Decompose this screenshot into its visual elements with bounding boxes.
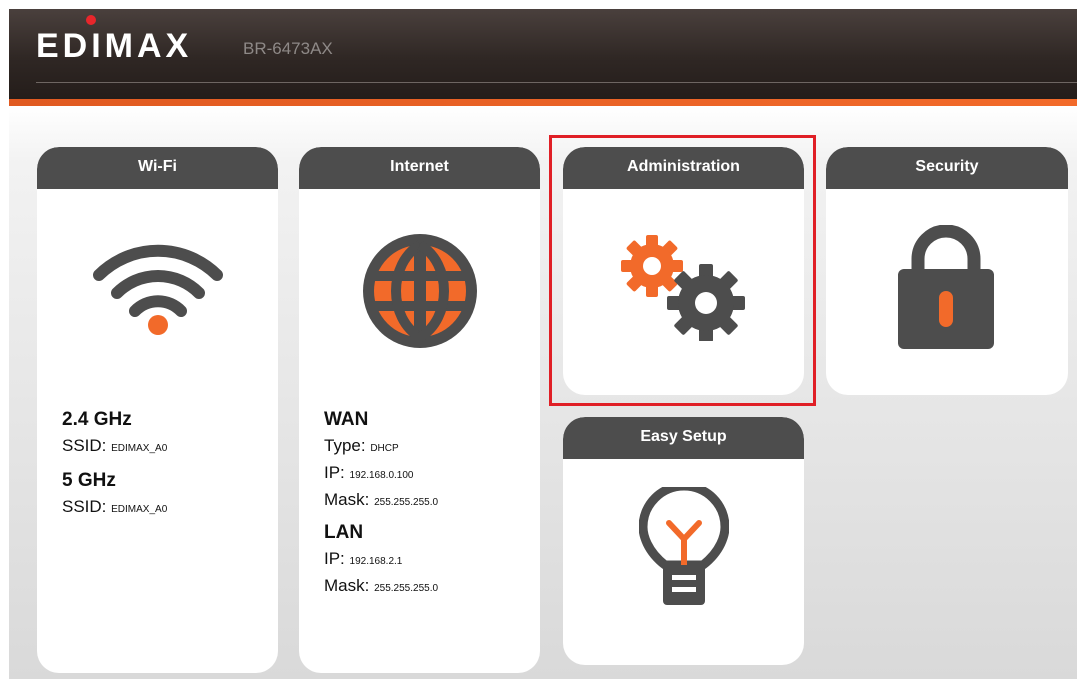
security-card-title: Security [826, 147, 1068, 189]
ip-label: IP: [324, 463, 345, 482]
band-5-label: 5 GHz [62, 470, 116, 491]
type-label: Type: [324, 436, 366, 455]
wan-type: Type: DHCP [324, 436, 438, 456]
mask-label: Mask: [324, 576, 370, 595]
administration-highlight-box [549, 135, 816, 406]
security-card[interactable]: Security [826, 147, 1068, 395]
wan-mask: Mask: 255.255.255.0 [324, 490, 438, 510]
top-header: EDIMAX BR-6473AX [9, 9, 1077, 99]
band-24-label: 2.4 GHz [62, 409, 132, 430]
mask-value: 255.255.255.0 [374, 497, 439, 508]
wifi-card-title: Wi-Fi [37, 147, 278, 189]
band-24-ssid: SSID: EDIMAX_A0 [62, 436, 167, 456]
internet-card[interactable]: Internet WAN Type: DHCP IP: 192.168.0.10… [299, 147, 540, 673]
easy-setup-card[interactable]: Easy Setup [563, 417, 804, 665]
wifi-info: 2.4 GHz SSID: EDIMAX_A0 5 GHz SSID: EDIM… [62, 409, 167, 524]
lan-ip: IP: 192.168.2.1 [324, 549, 438, 569]
lan-label: LAN [324, 522, 364, 543]
wan-ip: IP: 192.168.0.100 [324, 463, 438, 483]
ssid-label: SSID: [62, 497, 107, 516]
globe-icon [363, 234, 477, 348]
easy-setup-card-title: Easy Setup [563, 417, 804, 459]
internet-card-title: Internet [299, 147, 540, 189]
brand-logo-text: EDIMAX [36, 27, 193, 65]
brand-logo[interactable]: EDIMAX [36, 29, 192, 63]
ip-label: IP: [324, 549, 345, 568]
mask-label: Mask: [324, 490, 370, 509]
band-5-ssid: SSID: EDIMAX_A0 [62, 497, 167, 517]
ssid-value: EDIMAX_A0 [111, 443, 168, 454]
logo-dot [86, 15, 96, 25]
wifi-card[interactable]: Wi-Fi 2.4 GHz SSID: EDIMAX_A0 5 GHz SSID… [37, 147, 278, 673]
ssid-value: EDIMAX_A0 [111, 504, 168, 515]
type-value: DHCP [370, 443, 399, 454]
wifi-icon [93, 244, 223, 335]
header-divider [36, 82, 1077, 83]
accent-bar [9, 99, 1077, 106]
lock-icon [898, 225, 994, 349]
wan-label: WAN [324, 409, 369, 430]
internet-info: WAN Type: DHCP IP: 192.168.0.100 Mask: 2… [324, 409, 438, 603]
lan-mask: Mask: 255.255.255.0 [324, 576, 438, 596]
ip-value: 192.168.0.100 [349, 470, 414, 481]
mask-value: 255.255.255.0 [374, 583, 439, 594]
ip-value: 192.168.2.1 [349, 556, 403, 567]
lightbulb-icon [639, 487, 729, 605]
model-name: BR-6473AX [243, 39, 333, 58]
ssid-label: SSID: [62, 436, 107, 455]
